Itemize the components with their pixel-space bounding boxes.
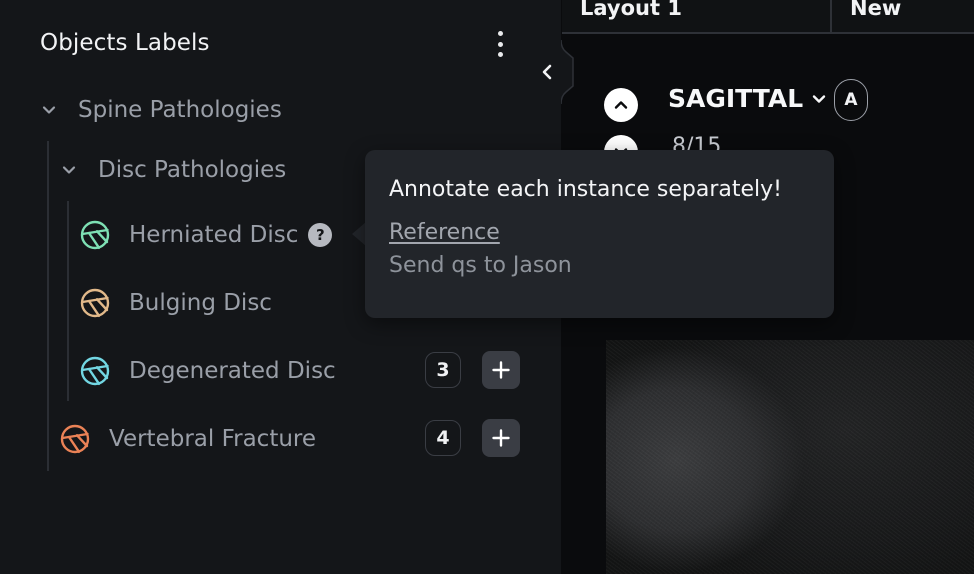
tree-group-spine-pathologies[interactable]: Spine Pathologies	[40, 97, 282, 123]
layout-tabs-bar: Layout 1 New	[562, 0, 974, 34]
polygon-label-icon	[59, 423, 91, 455]
kebab-menu-icon[interactable]	[492, 30, 508, 58]
add-instance-button[interactable]	[482, 351, 520, 389]
app-root: Objects Labels Spine Pathologies Disc Pa…	[0, 0, 974, 574]
instance-count-badge: 3	[425, 352, 461, 388]
tree-group-label: Spine Pathologies	[78, 97, 282, 123]
add-instance-button[interactable]	[482, 419, 520, 457]
tab-layout-1[interactable]: Layout 1	[580, 0, 682, 25]
tree-subgroup-label: Disc Pathologies	[98, 157, 287, 183]
tree-guide-line	[67, 201, 69, 401]
tooltip-instruction-text: Annotate each instance separately!	[389, 177, 782, 202]
tooltip-note-text: Send qs to Jason	[389, 253, 572, 278]
tooltip-arrow	[352, 222, 366, 246]
plus-icon	[492, 429, 510, 447]
tab-divider	[830, 0, 832, 32]
chevron-up-icon	[614, 101, 628, 109]
chevron-left-icon	[542, 64, 552, 80]
chevron-down-icon[interactable]	[60, 161, 78, 179]
polygon-label-icon	[79, 219, 111, 251]
label-item-degenerated-disc[interactable]: Degenerated Disc	[79, 355, 336, 387]
tab-new[interactable]: New	[850, 0, 901, 25]
previous-slice-button[interactable]	[604, 88, 638, 122]
collapse-panel-button[interactable]	[526, 40, 574, 104]
view-selector[interactable]: SAGITTAL	[668, 84, 827, 113]
label-item-name: Bulging Disc	[129, 290, 272, 316]
tree-group-disc-pathologies[interactable]: Disc Pathologies	[60, 157, 286, 183]
label-item-herniated-disc[interactable]: Herniated Disc ?	[79, 219, 333, 251]
chevron-down-icon[interactable]	[40, 101, 58, 119]
polygon-label-icon	[79, 287, 111, 319]
label-item-name: Herniated Disc	[129, 222, 299, 248]
view-name: SAGITTAL	[668, 84, 804, 113]
panel-title: Objects Labels	[40, 30, 210, 56]
mri-scan-image[interactable]	[606, 340, 974, 574]
label-item-bulging-disc[interactable]: Bulging Disc	[79, 287, 272, 319]
instance-count-badge: 4	[425, 420, 461, 456]
label-item-name: Degenerated Disc	[129, 358, 336, 384]
help-question-icon[interactable]: ?	[308, 223, 333, 247]
tree-guide-line	[47, 141, 49, 471]
chevron-down-icon	[813, 94, 826, 103]
orientation-badge[interactable]: A	[834, 79, 868, 121]
label-item-vertebral-fracture[interactable]: Vertebral Fracture	[59, 423, 316, 455]
label-instructions-tooltip: Annotate each instance separately! Refer…	[365, 150, 834, 318]
label-item-name: Vertebral Fracture	[109, 426, 317, 452]
reference-link[interactable]: Reference	[389, 220, 500, 245]
plus-icon	[492, 361, 510, 379]
polygon-label-icon	[79, 355, 111, 387]
